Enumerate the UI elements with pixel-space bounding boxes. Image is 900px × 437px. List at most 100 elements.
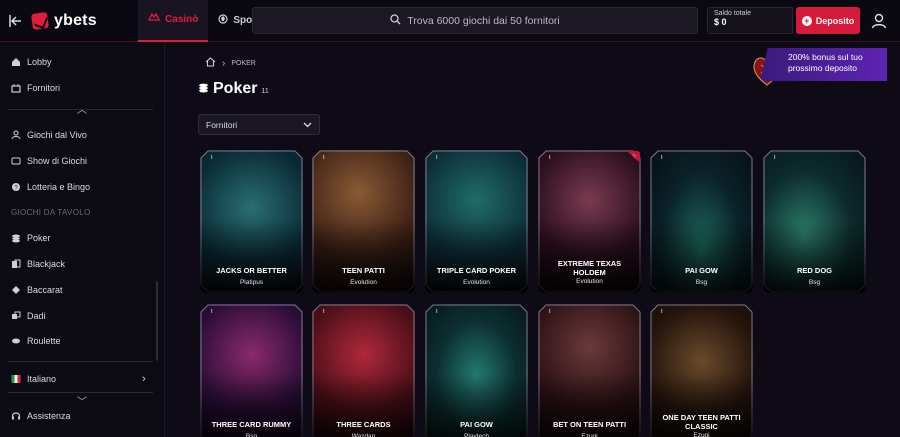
info-icon[interactable]: i [323, 308, 332, 317]
tab-casino-label: Casinò [165, 14, 199, 25]
game-card[interactable]: i THREE CARDS Wazdan [312, 304, 415, 437]
info-icon[interactable]: i [774, 154, 783, 163]
tab-casino[interactable]: Casinò [138, 0, 209, 42]
game-provider: Bsg [695, 279, 708, 286]
sidebar-item-label: Blackjack [27, 259, 66, 269]
chips-icon [11, 233, 21, 243]
sidebar-item-game-shows[interactable]: Show di Giochi [11, 156, 87, 166]
game-card[interactable]: i PAI GOW Bsg [650, 150, 753, 293]
promo-text: 200% bonus sul tuo prossimo deposito [788, 52, 863, 73]
game-provider: Ezugi [693, 432, 710, 437]
game-provider: Evolution [350, 279, 377, 286]
sidebar-item-label: Poker [27, 233, 51, 243]
game-provider: Evolution [576, 278, 603, 285]
game-title: THREE CARDS [336, 420, 391, 429]
sidebar-item-lobby[interactable]: Lobby [11, 57, 52, 67]
sidebar-divider [8, 361, 153, 362]
deposit-label: Deposito [815, 15, 855, 26]
providers-icon [11, 83, 21, 93]
game-provider: Bsg [245, 433, 258, 437]
info-icon[interactable]: i [211, 154, 220, 163]
game-card[interactable]: i RED DOG Bsg [763, 150, 866, 293]
promo-banner[interactable]: 200% bonus sul tuo prossimo deposito [760, 48, 887, 81]
sidebar-item-label: Dadi [27, 311, 46, 321]
sidebar-item-label: Assistenza [27, 411, 71, 421]
cards-icon [11, 259, 21, 269]
game-title: PAI GOW [685, 266, 718, 275]
search-placeholder: Trova 6000 giochi dai 50 fornitori [407, 14, 560, 27]
game-card[interactable]: i THREE CARD RUMMY Bsg [200, 304, 303, 437]
sidebar-item-dice[interactable]: Dadi [11, 311, 46, 321]
game-provider: Platipus [239, 279, 264, 286]
tv-icon [11, 156, 21, 166]
live-dealer-icon [11, 130, 21, 140]
info-icon[interactable]: i [661, 154, 670, 163]
game-card[interactable]: i TEEN PATTI Evolution [312, 150, 415, 293]
game-card[interactable]: i PAI GOW Playtech [425, 304, 528, 437]
game-card[interactable]: i ☆ EXTREME TEXAS HOLDEM Evolution [538, 150, 641, 293]
sidebar-item-providers[interactable]: Fornitori [11, 83, 60, 93]
deposit-button[interactable]: + Deposito [796, 7, 860, 34]
logo-icon [30, 11, 50, 30]
game-title: TRIPLE CARD POKER [436, 266, 517, 275]
collapse-sidebar-icon[interactable] [0, 0, 32, 42]
baccarat-icon [11, 285, 21, 295]
info-icon[interactable]: i [436, 308, 445, 317]
sidebar-section-title: GIOCHI DA TAVOLO [11, 208, 91, 217]
sidebar-item-label: Show di Giochi [27, 156, 88, 166]
plus-icon: + [801, 15, 812, 26]
collapse-chevron-up-icon[interactable]: ︿ [77, 101, 87, 116]
sport-icon [218, 14, 228, 27]
sidebar-item-baccarat[interactable]: Baccarat [11, 285, 63, 295]
game-provider: Ezugi [581, 433, 598, 437]
info-icon[interactable]: i [549, 308, 558, 317]
info-icon[interactable]: i [323, 154, 332, 163]
game-provider: Evolution [463, 279, 490, 286]
chevron-right-icon[interactable]: › [142, 373, 146, 385]
language-selector[interactable]: Italiano [11, 374, 56, 384]
sidebar-item-blackjack[interactable]: Blackjack [11, 259, 65, 269]
italy-flag-icon [11, 374, 21, 384]
brand-logo[interactable]: ybets [30, 11, 138, 30]
headset-icon [11, 411, 21, 421]
search-input[interactable]: Trova 6000 giochi dai 50 fornitori [252, 7, 698, 34]
breadcrumb-separator-icon: › [222, 57, 226, 69]
game-provider: Bsg [808, 279, 821, 286]
game-card[interactable]: i JACKS OR BETTER Platipus [200, 150, 303, 293]
sidebar-item-support[interactable]: Assistenza [11, 411, 71, 421]
home-icon[interactable] [205, 57, 216, 69]
expand-chevron-down-icon[interactable]: ﹀ [77, 393, 87, 408]
sidebar-item-poker[interactable]: Poker [11, 233, 51, 243]
providers-dropdown-label: Fornitori [206, 119, 238, 130]
roulette-icon [11, 336, 21, 346]
info-icon[interactable]: i [661, 308, 670, 317]
game-title: JACKS OR BETTER [216, 266, 287, 275]
game-title: TEEN PATTI [342, 266, 385, 275]
balance-box[interactable]: Saldo totale $ 0 [707, 7, 793, 34]
providers-dropdown[interactable]: Fornitori [198, 114, 320, 135]
breadcrumb: › POKER [205, 57, 256, 69]
game-card[interactable]: i BET ON TEEN PATTI Ezugi [538, 304, 641, 437]
game-provider: Playtech [464, 433, 489, 437]
lottery-icon: ? [11, 182, 21, 192]
game-card[interactable]: i ONE DAY TEEN PATTI CLASSIC Ezugi [650, 304, 753, 437]
info-icon[interactable]: i [549, 154, 558, 163]
dice-icon [11, 311, 21, 321]
info-icon[interactable]: i [211, 308, 220, 317]
balance-label: Saldo totale [714, 10, 751, 17]
info-icon[interactable]: i [436, 154, 445, 163]
user-account-icon[interactable] [870, 12, 888, 30]
sidebar-item-live[interactable]: Giochi dal Vivo [11, 130, 87, 140]
game-count: 11 [261, 88, 269, 95]
sidebar: Lobby Fornitori ︿ Giochi dal Vivo Show d… [0, 43, 165, 437]
game-card[interactable]: i TRIPLE CARD POKER Evolution [425, 150, 528, 293]
sidebar-item-label: Giochi dal Vivo [27, 130, 87, 140]
chevron-down-icon [303, 120, 312, 130]
balance-value: $ 0 [714, 17, 727, 27]
sidebar-item-lottery[interactable]: ? Lotteria e Bingo [11, 182, 90, 192]
sidebar-item-roulette[interactable]: Roulette [11, 336, 61, 346]
breadcrumb-current: POKER [231, 59, 256, 67]
chips-icon [198, 82, 209, 96]
sidebar-scrollbar[interactable] [156, 281, 158, 361]
casino-icon [147, 12, 161, 26]
